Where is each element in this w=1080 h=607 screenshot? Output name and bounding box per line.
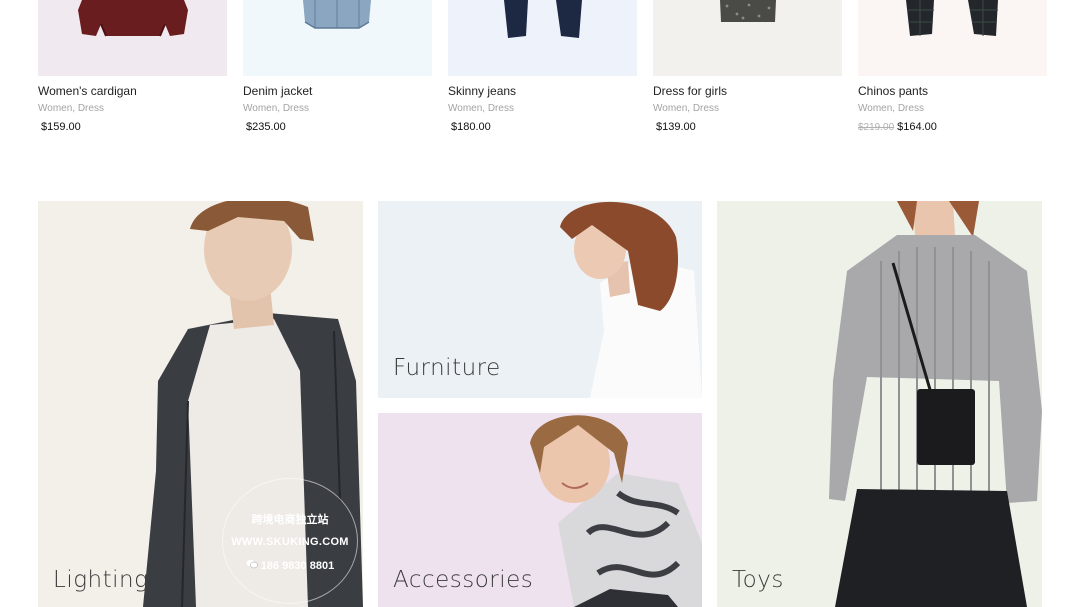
product-image[interactable] bbox=[653, 0, 842, 76]
category-label[interactable]: Accessories bbox=[393, 567, 533, 593]
product-current-price: $235.00 bbox=[246, 121, 286, 133]
product-name[interactable]: Skinny jeans bbox=[448, 84, 637, 98]
product-name[interactable]: Women's cardigan bbox=[38, 84, 227, 98]
product-category: Women, Dress bbox=[38, 103, 104, 114]
product-current-price: $139.00 bbox=[656, 121, 696, 133]
lighting-photo bbox=[143, 201, 363, 607]
product-image[interactable] bbox=[858, 0, 1047, 76]
category-label[interactable]: Lighting bbox=[53, 567, 148, 593]
product-price: $139.00 bbox=[653, 121, 842, 134]
product-price: $180.00 bbox=[448, 121, 637, 134]
toys-photo bbox=[829, 201, 1042, 607]
product-current-price: $159.00 bbox=[41, 121, 81, 133]
page: Women's cardigan Women, Dress $159.00 De… bbox=[0, 0, 1080, 607]
product-image[interactable] bbox=[448, 0, 637, 76]
product-card-dress-for-girls[interactable]: Dress for girls Women, Dress $139.00 bbox=[653, 0, 842, 134]
product-price: $159.00 bbox=[38, 121, 227, 134]
product-image[interactable] bbox=[243, 0, 432, 76]
product-card-chinos-pants[interactable]: Chinos pants Women, Dress $219.00 $164.00 bbox=[858, 0, 1047, 134]
product-name[interactable]: Denim jacket bbox=[243, 84, 432, 98]
product-price: $235.00 bbox=[243, 121, 432, 134]
category-tile-accessories[interactable]: Accessories bbox=[378, 413, 702, 607]
product-category: Women, Dress bbox=[858, 103, 924, 114]
product-name[interactable]: Chinos pants bbox=[858, 84, 1047, 98]
product-current-price: $180.00 bbox=[451, 121, 491, 133]
category-tile-lighting[interactable]: Lighting bbox=[38, 201, 363, 607]
product-row: Women's cardigan Women, Dress $159.00 De… bbox=[38, 0, 1047, 134]
category-label[interactable]: Furniture bbox=[393, 355, 501, 381]
product-name[interactable]: Dress for girls bbox=[653, 84, 842, 98]
product-image[interactable] bbox=[38, 0, 227, 76]
category-tile-toys[interactable]: Toys bbox=[717, 201, 1042, 607]
product-current-price: $164.00 bbox=[897, 121, 937, 133]
category-label[interactable]: Toys bbox=[732, 567, 784, 593]
product-card-denim-jacket[interactable]: Denim jacket Women, Dress $235.00 bbox=[243, 0, 432, 134]
category-tile-furniture[interactable]: Furniture bbox=[378, 201, 702, 398]
product-category: Women, Dress bbox=[653, 103, 719, 114]
product-category: Women, Dress bbox=[448, 103, 514, 114]
product-price: $219.00 $164.00 bbox=[858, 121, 1047, 134]
product-card-skinny-jeans[interactable]: Skinny jeans Women, Dress $180.00 bbox=[448, 0, 637, 134]
product-card-cardigan[interactable]: Women's cardigan Women, Dress $159.00 bbox=[38, 0, 227, 134]
product-category: Women, Dress bbox=[243, 103, 309, 114]
product-old-price: $219.00 bbox=[858, 122, 895, 133]
